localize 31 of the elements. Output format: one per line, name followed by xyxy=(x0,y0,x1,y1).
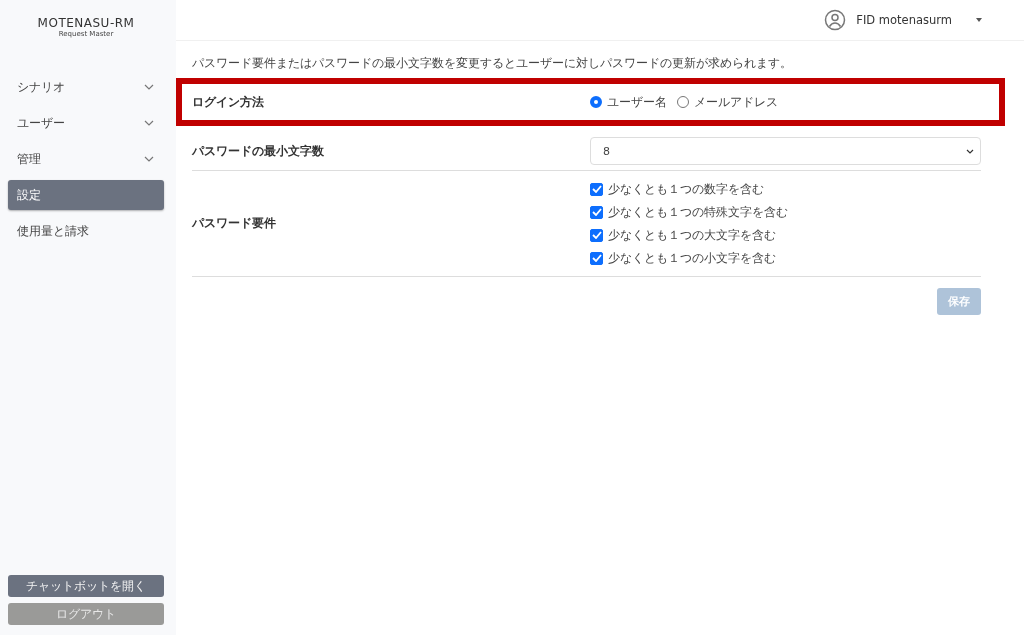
setting-label: パスワードの最小文字数 xyxy=(192,142,325,160)
radio-button[interactable] xyxy=(590,96,602,108)
select-field[interactable]: 8 xyxy=(590,137,981,165)
setting-label: ログイン方法 xyxy=(192,93,265,111)
chevron-down-icon xyxy=(144,84,154,90)
chatbot-button[interactable]: チャットボットを開く xyxy=(8,575,164,597)
checkbox-label: 少なくとも１つの大文字を含む xyxy=(608,226,776,244)
chevron-down-icon xyxy=(966,148,974,154)
checkbox-label: 少なくとも１つの小文字を含む xyxy=(608,249,776,267)
sidebar-item[interactable]: ユーザー xyxy=(8,108,164,138)
setting-label: パスワード要件 xyxy=(192,215,277,232)
sidebar-item[interactable]: 設定 xyxy=(8,180,164,210)
sidebar-item[interactable]: シナリオ xyxy=(8,72,164,102)
checkbox[interactable] xyxy=(590,251,603,265)
radio-label: メールアドレス xyxy=(694,93,778,111)
logo-title: MOTENASU-RM xyxy=(36,16,136,30)
chevron-down-icon xyxy=(144,120,154,126)
user-name[interactable]: FID motenasurm xyxy=(856,13,952,27)
notice-text: パスワード要件またはパスワードの最小文字数を変更するとユーザーに対しパスワードの更新が求められます。 xyxy=(192,55,793,72)
chevron-down-icon xyxy=(144,156,154,162)
user-avatar-icon[interactable] xyxy=(824,9,847,31)
checkbox[interactable] xyxy=(590,182,603,196)
sidebar-item[interactable]: 管理 xyxy=(8,144,164,174)
checkbox-label: 少なくとも１つの特殊文字を含む xyxy=(608,203,788,221)
radio-button[interactable] xyxy=(677,96,689,108)
checkbox[interactable] xyxy=(590,205,603,219)
checkbox-label: 少なくとも１つの数字を含む xyxy=(608,180,764,198)
checkbox[interactable] xyxy=(590,228,603,242)
radio-label: ユーザー名 xyxy=(607,93,667,111)
sidebar-item[interactable]: 使用量と請求 xyxy=(8,216,164,246)
caret-icon[interactable] xyxy=(976,18,982,22)
